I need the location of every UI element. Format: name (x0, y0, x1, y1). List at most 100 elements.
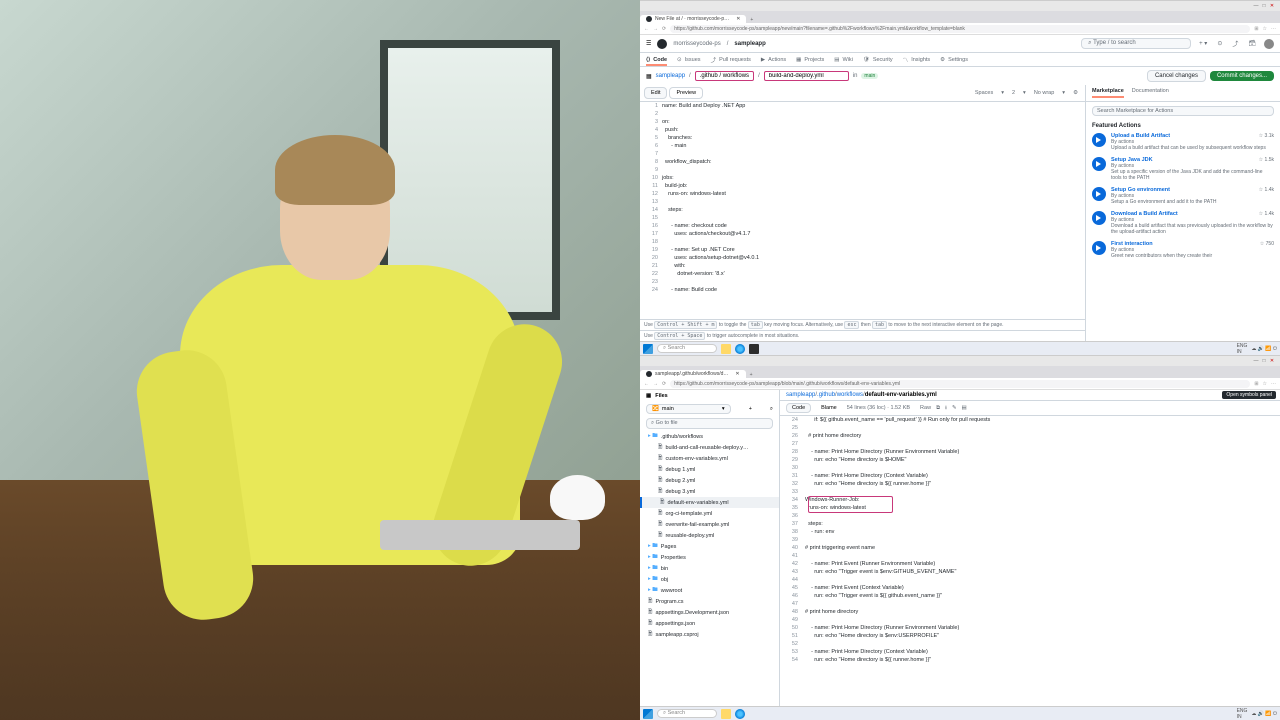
marketplace-item[interactable]: Download a Build Artifact☆ 1.4kBy action… (1086, 208, 1280, 238)
tab-pulls[interactable]: ⤴ Pull requests (711, 56, 751, 64)
commit-button[interactable]: Commit changes... (1210, 71, 1274, 81)
tree-item[interactable]: 🗎 default-env-variables.yml (640, 497, 779, 508)
edit-tab[interactable]: Edit (644, 87, 667, 99)
issues-icon[interactable]: ⊙ (1215, 40, 1224, 47)
tree-item[interactable]: 🗎 appsettings.Development.json (640, 607, 779, 618)
menu-icon[interactable]: ⋯ (1271, 381, 1276, 387)
indent-mode[interactable]: Spaces (972, 90, 996, 96)
go-to-file-input[interactable]: ⌕ Go to file (646, 418, 773, 429)
tab-security[interactable]: 🛡 Security (863, 57, 893, 63)
window-close[interactable]: ✕ (1268, 3, 1276, 9)
settings-icon[interactable]: ⚙ (1070, 90, 1081, 96)
star-icon[interactable]: ☆ (1263, 381, 1267, 387)
indent-size[interactable]: 2 (1009, 90, 1018, 96)
back-button[interactable]: ← (644, 26, 649, 32)
wrap-mode[interactable]: No wrap (1031, 90, 1057, 96)
tab-projects[interactable]: ▦ Projects (796, 57, 824, 63)
avatar[interactable] (1264, 39, 1274, 49)
tree-item[interactable]: 🗎 Program.cs (640, 596, 779, 607)
branch-selector[interactable]: 🔀main▾ (646, 404, 731, 414)
refresh-button[interactable]: ⟳ (662, 381, 666, 387)
tree-item[interactable]: ▸ 🖿 bin (640, 563, 779, 574)
tab-code[interactable]: ⟨⟩ Code (646, 57, 667, 63)
edge-icon[interactable] (735, 344, 745, 354)
tab-actions[interactable]: ▶ Actions (761, 57, 786, 63)
address-input[interactable]: https://github.com/morrisseycode-ps/samp… (670, 25, 1250, 33)
search-icon[interactable]: ⌕ (770, 406, 773, 413)
tree-item[interactable]: 🗎 custom-env-variables.yml (640, 453, 779, 464)
taskbar-search[interactable]: ⌕ Search (657, 709, 717, 718)
github-search-input[interactable]: ⌕ Type / to search (1081, 38, 1191, 49)
add-file-icon[interactable]: + (749, 406, 752, 412)
notifications-icon[interactable]: 🗃 (1246, 40, 1258, 47)
tree-item[interactable]: ▸ 🖿 .github/workflows (640, 431, 779, 442)
extensions-icon[interactable]: ⊞ (1254, 381, 1258, 387)
marketplace-item[interactable]: Setup Go environment☆ 1.4kBy actionsSetu… (1086, 184, 1280, 208)
language-indicator[interactable]: ENGIN (1237, 708, 1248, 720)
start-button[interactable] (643, 344, 653, 354)
tree-item[interactable]: 🗎 appsettings.json (640, 618, 779, 629)
edit-icon[interactable]: ✎ (952, 405, 957, 411)
breadcrumb-path[interactable]: .github / workflows (695, 71, 754, 81)
pull-requests-icon[interactable]: ⤴ (1230, 39, 1240, 48)
symbols-icon[interactable]: ▤ (962, 405, 967, 411)
create-button[interactable]: + ▾ (1197, 40, 1209, 47)
marketplace-tab[interactable]: Marketplace (1092, 88, 1124, 98)
hamburger-icon[interactable]: ☰ (646, 40, 651, 47)
breadcrumb-repo[interactable]: sampleapp (656, 73, 685, 79)
filename-input[interactable] (764, 71, 849, 81)
code-viewer[interactable]: 2425262728293031323334353637383940414243… (780, 416, 1280, 706)
taskbar-search[interactable]: ⌕ Search (657, 344, 717, 353)
start-button[interactable] (643, 709, 653, 719)
file-explorer-icon[interactable] (721, 709, 731, 719)
tab-issues[interactable]: ⊙ Issues (677, 57, 701, 63)
forward-button[interactable]: → (653, 26, 658, 32)
edge-icon[interactable] (735, 709, 745, 719)
browser-tab[interactable]: New File at / · morrisseycode-p…✕ (640, 15, 746, 23)
breadcrumb-folder[interactable]: workflows (837, 392, 863, 398)
blame-tab[interactable]: Blame (816, 404, 842, 412)
refresh-button[interactable]: ⟳ (662, 26, 666, 32)
repo-name-link[interactable]: sampleapp (734, 41, 765, 47)
cancel-button[interactable]: Cancel changes (1147, 70, 1206, 82)
window-maximize[interactable]: □ (1260, 3, 1268, 9)
tree-item[interactable]: ▸ 🖿 wwwroot (640, 585, 779, 596)
tree-item[interactable]: 🗎 reusable-deploy.yml (640, 530, 779, 541)
tree-item[interactable]: 🗎 debug 2.yml (640, 475, 779, 486)
breadcrumb-repo[interactable]: sampleapp (786, 392, 815, 398)
tab-settings[interactable]: ⚙ Settings (940, 57, 968, 63)
raw-button[interactable]: Raw (920, 405, 931, 411)
window-minimize[interactable]: — (1252, 358, 1260, 364)
browser-tab[interactable]: sampleapp/.github/workflows/d…✕ (640, 370, 746, 378)
tree-item[interactable]: 🗎 org-ci-template.yml (640, 508, 779, 519)
file-explorer-icon[interactable] (721, 344, 731, 354)
marketplace-item[interactable]: Setup Java JDK☆ 1.5kBy actionsSet up a s… (1086, 154, 1280, 184)
tree-item[interactable]: 🗎 sampleapp.csproj (640, 629, 779, 640)
download-icon[interactable]: ⭳ (945, 404, 947, 413)
marketplace-item[interactable]: Upload a Build Artifact☆ 3.1kBy actionsU… (1086, 130, 1280, 154)
tab-insights[interactable]: 〽 Insights (903, 56, 930, 64)
tree-item[interactable]: ▸ 🖿 Properties (640, 552, 779, 563)
repo-owner-link[interactable]: morrisseycode-ps (673, 41, 720, 47)
system-tray[interactable]: ☁ 🔊 📶 ⏻ (1251, 346, 1277, 352)
back-button[interactable]: ← (644, 381, 649, 387)
extensions-icon[interactable]: ⊞ (1254, 26, 1258, 32)
tree-item[interactable]: ▸ 🖿 Pages (640, 541, 779, 552)
github-logo-icon[interactable] (657, 39, 667, 49)
tab-wiki[interactable]: ▤ Wiki (834, 57, 853, 63)
documentation-tab[interactable]: Documentation (1132, 88, 1169, 98)
tree-item[interactable]: 🗎 debug 1.yml (640, 464, 779, 475)
star-icon[interactable]: ☆ (1263, 26, 1267, 32)
tree-item[interactable]: 🗎 overwrite-fail-example.yml (640, 519, 779, 530)
menu-icon[interactable]: ⋯ (1271, 26, 1276, 32)
preview-tab[interactable]: Preview (669, 87, 703, 99)
breadcrumb-folder[interactable]: .github (817, 392, 835, 398)
window-minimize[interactable]: — (1252, 3, 1260, 9)
marketplace-search[interactable]: Search Marketplace for Actions (1092, 106, 1274, 116)
language-indicator[interactable]: ENGIN (1237, 343, 1248, 355)
window-maximize[interactable]: □ (1260, 358, 1268, 364)
marketplace-item[interactable]: First interaction☆ 750By actionsGreet ne… (1086, 238, 1280, 262)
tree-item[interactable]: 🗎 debug 3.yml (640, 486, 779, 497)
code-tab[interactable]: Code (786, 403, 811, 413)
tree-item[interactable]: 🗎 build-and-call-reusable-deploy.y… (640, 442, 779, 453)
